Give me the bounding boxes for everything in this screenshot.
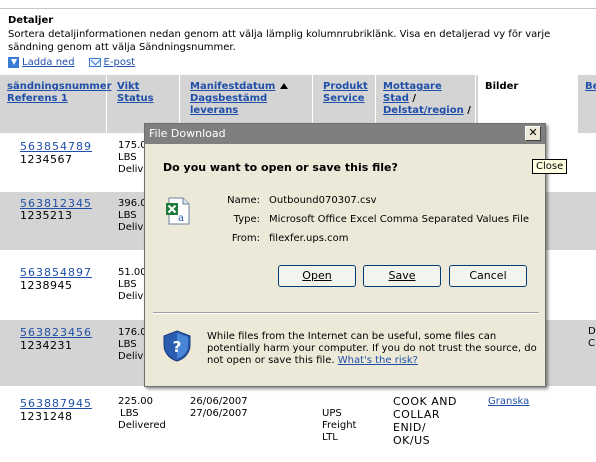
whats-the-risk-link[interactable]: What's the risk? [338, 355, 418, 366]
download-link[interactable]: Ladda ned [8, 57, 75, 68]
file-type-value: Microsoft Office Excel Comma Separated V… [269, 214, 530, 225]
recipient-line-2: COLLAR [393, 408, 441, 421]
file-source-value: filexfer.ups.com [269, 233, 349, 244]
table-row: 563887945 1231248 225.00 LBS Delivered 2… [0, 390, 596, 462]
section-description: Sortera detaljinformationen nedan genom … [8, 29, 551, 53]
action-links: Ladda ned E-post [8, 57, 135, 68]
svg-text:?: ? [173, 338, 182, 356]
dialog-title: File Download [149, 127, 226, 140]
download-label: Ladda ned [22, 57, 75, 68]
sort-recipient-link[interactable]: Mottagare [383, 81, 442, 92]
excel-file-icon: a [166, 197, 190, 225]
header-sep: / [412, 93, 417, 104]
sort-reference-link[interactable]: Referens 1 [7, 93, 68, 104]
product-line-3: LTL [322, 432, 338, 443]
weight-value: 225.00 [118, 396, 153, 407]
open-button-label: Open [302, 269, 332, 282]
sort-state-link[interactable]: Delstat/region [383, 105, 464, 116]
sort-manifest-link[interactable]: Manifestdatum [190, 81, 275, 92]
close-button[interactable]: ✕ [525, 126, 541, 141]
sort-ascending-icon [280, 83, 289, 89]
download-icon [8, 57, 19, 68]
top-divider [0, 8, 596, 9]
weight-unit: LBS [118, 279, 137, 290]
sort-product-link[interactable]: Produkt [323, 81, 368, 92]
email-link[interactable]: E-post [88, 57, 136, 68]
weight-value: 175.0 [118, 140, 147, 151]
file-download-dialog: File Download ✕ Do you want to open or s… [144, 123, 546, 387]
extra-value-2: C [588, 338, 595, 349]
sort-city-link[interactable]: Stad [383, 93, 409, 104]
sort-tracking-link[interactable]: sändningsnummer [7, 81, 112, 92]
security-warning: While files from the Internet can be use… [207, 331, 537, 367]
status-value: Delivered [118, 420, 166, 431]
weight-unit: LBS [118, 210, 137, 221]
weight-value: 396.0 [118, 198, 147, 209]
open-button[interactable]: Open [278, 265, 356, 287]
email-icon [88, 58, 101, 67]
dialog-question: Do you want to open or save this file? [163, 161, 398, 174]
reference-value: 1235213 [20, 209, 73, 222]
header-extra: Be [578, 75, 596, 133]
weight-value: 51.00 [118, 267, 147, 278]
tracking-link[interactable]: 563823456 [20, 327, 92, 339]
reference-value: 1234567 [20, 153, 73, 166]
images-header-label: Bilder [485, 81, 519, 92]
save-button[interactable]: Save [363, 265, 441, 287]
reference-value: 1231248 [20, 410, 73, 423]
svg-text:a: a [178, 213, 184, 224]
weight-value: 176.0 [118, 327, 147, 338]
product-line-1: UPS [322, 408, 342, 419]
section-title: Detaljer [8, 15, 54, 26]
header-sep-2: / [467, 105, 471, 116]
header-tracking: sändningsnummer Referens 1 [0, 75, 112, 133]
extra-value: D [588, 326, 596, 337]
close-tooltip: Close [532, 159, 568, 174]
dialog-divider [153, 312, 539, 314]
file-name-value: Outbound070307.csv [269, 195, 377, 206]
type-label: Type: [233, 214, 260, 225]
weight-unit: LBS [118, 152, 137, 163]
security-shield-icon: ? [163, 330, 191, 362]
review-image-link[interactable]: Granska [488, 396, 529, 408]
cancel-button[interactable]: Cancel [449, 265, 527, 287]
sort-status-link[interactable]: Status [117, 93, 154, 104]
recipient-line-3: ENID/ [393, 421, 427, 434]
save-button-label: Save [388, 269, 416, 282]
name-label: Name: [227, 195, 260, 206]
sort-delivery-link[interactable]: Dagsbestämd leverans [190, 93, 267, 116]
tracking-link[interactable]: 563854897 [20, 267, 92, 279]
weight-unit: LBS [118, 339, 137, 350]
tracking-link[interactable]: 563887945 [20, 398, 92, 410]
dialog-titlebar[interactable]: File Download ✕ [145, 124, 545, 144]
tracking-link[interactable]: 563854789 [20, 141, 92, 153]
reference-value: 1238945 [20, 279, 73, 292]
from-label: From: [231, 233, 260, 244]
recipient-line-4: OK/US [393, 434, 431, 447]
cancel-button-label: Cancel [469, 269, 507, 282]
sort-weight-link[interactable]: Vikt [117, 81, 139, 92]
recipient-line-1: COOK AND [393, 395, 457, 408]
sort-service-link[interactable]: Service [323, 93, 365, 104]
product-line-2: Freight [322, 420, 357, 431]
email-label: E-post [103, 57, 136, 68]
sort-extra-link[interactable]: Be [585, 81, 596, 92]
delivery-date: 27/06/2007 [190, 408, 248, 419]
manifest-date: 26/06/2007 [190, 396, 248, 407]
weight-unit: LBS [120, 408, 139, 419]
reference-value: 1234231 [20, 339, 73, 352]
